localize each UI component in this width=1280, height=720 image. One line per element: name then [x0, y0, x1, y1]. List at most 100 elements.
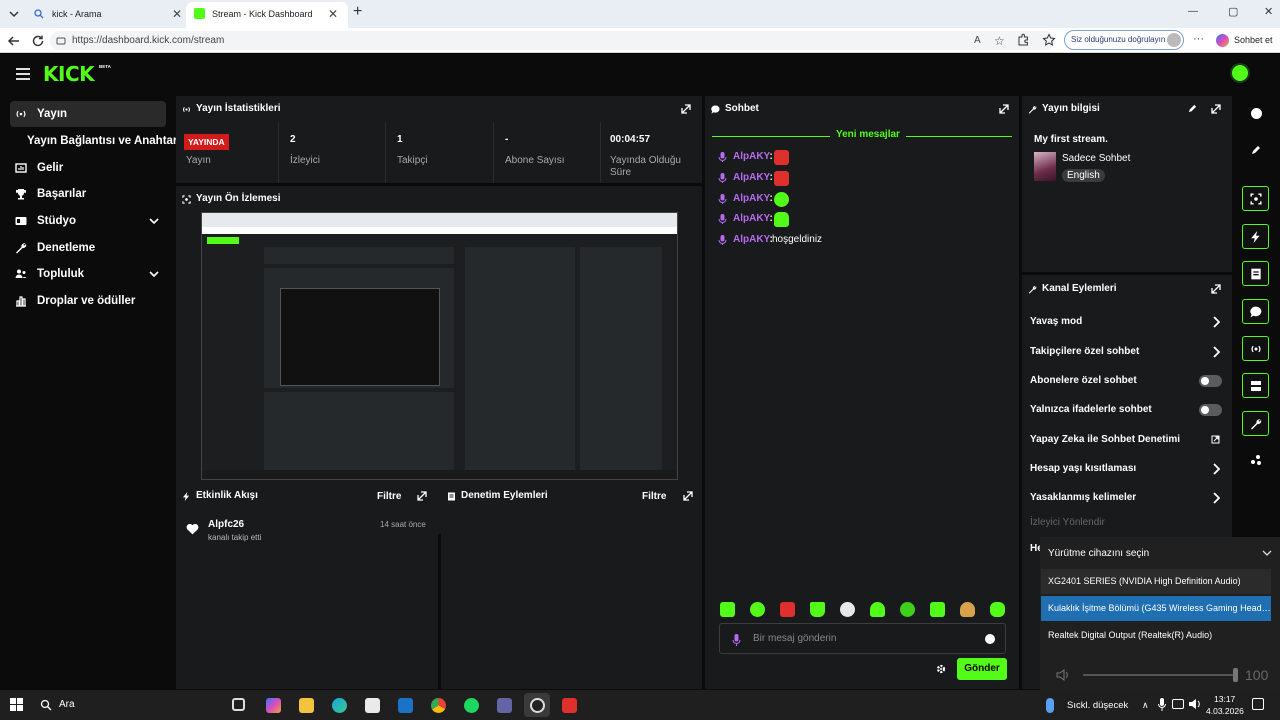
filter-button[interactable]: Filtre [642, 491, 666, 502]
microphone-icon[interactable] [1158, 698, 1166, 711]
device-option[interactable]: Realtek Digital Output (Realtek(R) Audio… [1041, 623, 1271, 648]
chat-username[interactable]: AlpAKY: [733, 169, 773, 187]
popout-icon[interactable] [417, 491, 427, 501]
spotify-icon[interactable] [464, 698, 479, 713]
speaker-icon[interactable] [1056, 669, 1070, 681]
store-icon[interactable] [365, 698, 380, 713]
sidebar-item-stream-key[interactable]: Yayın Bağlantısı ve Anahtarı [10, 128, 181, 154]
tab-actions-icon[interactable] [6, 6, 22, 22]
tab-search[interactable]: kick - Arama ✕ [26, 2, 186, 28]
document-button[interactable] [1242, 261, 1269, 286]
close-window-button[interactable]: ✕ [1264, 5, 1273, 18]
edit-pencil-icon[interactable] [1188, 104, 1197, 113]
chat-username[interactable]: AlpAKY: [733, 210, 773, 228]
chrome-icon[interactable] [431, 698, 446, 713]
chevron-down-icon[interactable] [149, 217, 159, 225]
sick-emote[interactable] [750, 602, 765, 617]
obs-icon[interactable] [530, 698, 545, 713]
chat-username[interactable]: AlpAKY: [733, 190, 773, 208]
cup-emote[interactable] [810, 602, 825, 617]
volume-slider-thumb[interactable] [1233, 668, 1238, 682]
reader-mode-icon[interactable]: A [974, 31, 981, 50]
screen-capture-button[interactable] [1242, 186, 1269, 211]
blob-emote[interactable] [870, 602, 885, 617]
chat-username[interactable]: AlpAKY: [733, 231, 773, 249]
back-icon[interactable] [6, 33, 22, 49]
reload-icon[interactable] [30, 33, 46, 49]
favorites-icon[interactable] [1042, 33, 1058, 49]
popout-icon[interactable] [999, 104, 1009, 114]
wrench-button[interactable] [1242, 411, 1269, 436]
playback-device-header[interactable]: Yürütme cihazını seçin [1040, 541, 1280, 566]
site-info-icon[interactable] [56, 36, 66, 46]
volume-icon[interactable] [1188, 698, 1202, 710]
filter-button[interactable]: Filtre [377, 491, 401, 502]
url-field[interactable]: https://dashboard.kick.com/stream A ☆ [50, 31, 1055, 50]
close-tab-icon[interactable]: ✕ [328, 2, 338, 26]
extensions-icon[interactable] [1016, 33, 1032, 49]
popout-icon[interactable] [1211, 104, 1221, 114]
hamburger-menu-icon[interactable] [16, 68, 30, 80]
outlook-icon[interactable] [398, 698, 413, 713]
angry-emote[interactable] [780, 602, 795, 617]
chevron-up-icon[interactable]: ∧ [1142, 700, 1149, 711]
start-button-icon[interactable] [10, 698, 23, 711]
chat-button[interactable] [1242, 299, 1269, 324]
subscribers-only-toggle[interactable] [1199, 375, 1222, 387]
bolt-button[interactable] [1242, 224, 1269, 249]
task-view-icon[interactable] [232, 698, 245, 711]
sidebar-item-studyo[interactable]: Stüdyo [10, 208, 166, 234]
sidebar-item-yayin[interactable]: Yayın [10, 101, 166, 127]
chat-settings-icon[interactable] [936, 664, 946, 674]
event-user[interactable]: Alpfc26 [208, 519, 244, 530]
device-option-selected[interactable]: Kulaklık İşitme Bölümü (G435 Wireless Ga… [1041, 596, 1271, 621]
sidebar-item-gelir[interactable]: Gelir [10, 155, 166, 181]
chevron-down-icon[interactable] [1262, 550, 1272, 557]
volume-slider[interactable] [1083, 668, 1238, 682]
sidebar-item-topluluk[interactable]: Topluluk [10, 261, 166, 287]
clock-date[interactable]: 4.03.2026 [1206, 706, 1244, 716]
sidebar-item-droplar[interactable]: Droplar ve ödüller [10, 288, 166, 314]
popout-icon[interactable] [683, 491, 693, 501]
emotes-only-toggle[interactable] [1199, 404, 1222, 416]
new-tab-button[interactable]: + [353, 3, 362, 21]
studio-button[interactable] [1242, 373, 1269, 398]
robot-emote[interactable] [840, 602, 855, 617]
action-banned-words[interactable]: Yasaklanmış kelimeler [1030, 488, 1224, 508]
taskbar-search[interactable]: Ara [32, 694, 212, 716]
popout-icon[interactable] [681, 104, 691, 114]
info-icon[interactable] [1251, 108, 1262, 119]
teams-icon[interactable] [497, 698, 512, 713]
maximize-button[interactable]: ▢ [1228, 5, 1238, 18]
more-menu-icon[interactable]: ··· [1193, 33, 1204, 45]
more-icon[interactable] [1250, 454, 1262, 466]
ball-emote[interactable] [900, 602, 915, 617]
sidebar-item-basarilar[interactable]: Başarılar [10, 181, 166, 207]
app-icon-red[interactable] [562, 698, 577, 713]
minimize-button[interactable]: — [1188, 6, 1198, 17]
copilot-app-icon[interactable] [266, 698, 281, 713]
file-explorer-icon[interactable] [299, 698, 314, 713]
chevron-down-icon[interactable] [149, 270, 159, 278]
network-icon[interactable] [1172, 699, 1184, 709]
broadcast-button[interactable] [1242, 336, 1269, 361]
notifications-icon[interactable] [1252, 698, 1264, 710]
weather-text[interactable]: Sıckl. düşecek [1067, 700, 1128, 711]
popout-icon[interactable] [1211, 284, 1221, 294]
action-followers-only[interactable]: Takipçilere özel sohbet [1030, 342, 1224, 362]
kick-logo[interactable]: KICK BETA [43, 62, 111, 86]
cowboy-emote[interactable] [960, 602, 975, 617]
action-slow-mode[interactable]: Yavaş mod [1030, 312, 1224, 332]
tab-kick-dashboard[interactable]: Stream - Kick Dashboard ✕ [186, 2, 348, 28]
pencil-icon[interactable] [1251, 145, 1261, 155]
chat-username[interactable]: AlpAKY: [733, 148, 773, 166]
device-option[interactable]: XG2401 SERIES (NVIDIA High Definition Au… [1041, 569, 1271, 594]
favorite-star-icon[interactable]: ☆ [994, 32, 1005, 51]
category-name[interactable]: Sadece Sohbet [1062, 153, 1130, 164]
user-avatar[interactable] [1230, 63, 1250, 83]
action-account-age[interactable]: Hesap yaşı kısıtlaması [1030, 459, 1224, 479]
stream-preview-video[interactable] [201, 212, 678, 480]
close-tab-icon[interactable]: ✕ [172, 2, 182, 26]
action-ai-moderation[interactable]: Yapay Zeka ile Sohbet Denetimi [1030, 430, 1224, 450]
sidebar-item-denetleme[interactable]: Denetleme [10, 235, 166, 261]
